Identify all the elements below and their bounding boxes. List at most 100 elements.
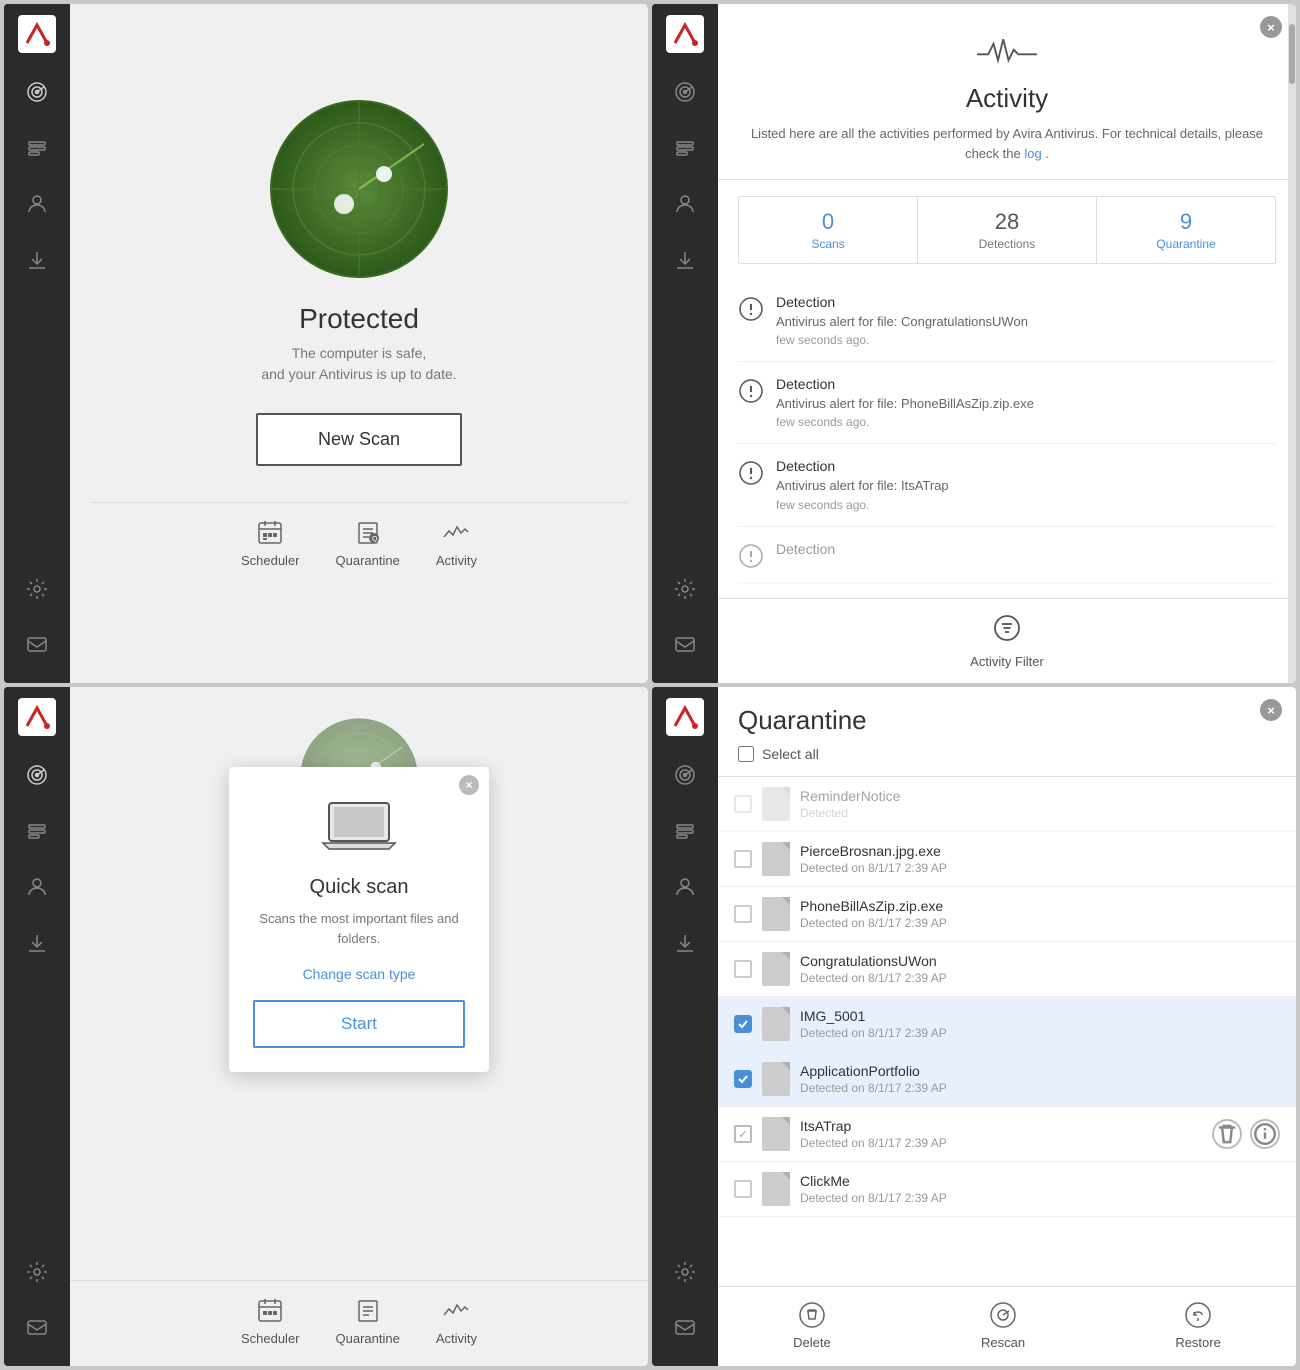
nav-scheduler-3-label: Scheduler	[241, 1331, 300, 1346]
activity-filter-footer[interactable]: Activity Filter	[718, 598, 1296, 683]
quarantine-main: × Quarantine Select all ReminderNotice D…	[718, 687, 1296, 1366]
sidebar-icon-download-3[interactable]	[15, 921, 59, 965]
sidebar-icon-settings-2[interactable]	[663, 567, 707, 611]
activity-item-1-desc: Antivirus alert for file: PhoneBillAsZip…	[776, 395, 1276, 413]
q-checkbox-appport[interactable]	[734, 1070, 752, 1088]
activity-item-2-time: few seconds ago.	[776, 498, 1276, 512]
activity-log-link[interactable]: log	[1024, 146, 1041, 161]
qbar-restore-label: Restore	[1175, 1335, 1221, 1350]
nav-quarantine-3-label: Quarantine	[336, 1331, 400, 1346]
q-date-congrats: Detected on 8/1/17 2:39 AP	[800, 971, 1280, 985]
sidebar-logo-3	[4, 687, 70, 747]
q-delete-itstrap[interactable]	[1212, 1119, 1242, 1149]
stat-detections[interactable]: 28 Detections	[918, 197, 1097, 263]
protected-content: Protected The computer is safe, and your…	[70, 4, 648, 683]
nav-scheduler[interactable]: Scheduler	[241, 519, 300, 568]
q-date-reminder: Detected	[800, 806, 1280, 820]
activity-item-3: Detection	[738, 527, 1276, 584]
q-item-pierce: PierceBrosnan.jpg.exe Detected on 8/1/17…	[718, 832, 1296, 887]
activity-item-1-title: Detection	[776, 376, 1276, 392]
q-file-icon-appport	[762, 1062, 790, 1096]
q-checkbox-clickme[interactable]	[734, 1180, 752, 1198]
sidebar-icon-profile[interactable]	[15, 126, 59, 170]
quarantine-close-btn[interactable]: ×	[1260, 699, 1282, 721]
change-scan-type-link[interactable]: Change scan type	[253, 966, 465, 982]
q-checkbox-pierce[interactable]	[734, 850, 752, 868]
q-actions-itstrap	[1212, 1119, 1280, 1149]
sidebar-icon-download-2[interactable]	[663, 238, 707, 282]
q-name-itstrap: ItsATrap	[800, 1118, 1202, 1134]
quick-scan-close-btn[interactable]: ×	[459, 775, 479, 795]
activity-scrollbar[interactable]	[1288, 4, 1296, 683]
sidebar-icon-radar-2[interactable]	[663, 70, 707, 114]
sidebar-icon-profile-2[interactable]	[663, 126, 707, 170]
nav-activity[interactable]: Activity	[436, 519, 477, 568]
quick-scan-title: Quick scan	[253, 876, 465, 899]
stat-quarantine[interactable]: 9 Quarantine	[1097, 197, 1275, 263]
sidebar-icon-settings[interactable]	[15, 567, 59, 611]
sidebar-icon-message-2[interactable]	[663, 623, 707, 667]
protected-subtitle: The computer is safe, and your Antivirus…	[261, 343, 456, 385]
activity-header: Activity Listed here are all the activit…	[718, 4, 1296, 180]
sidebar-3	[4, 687, 70, 1366]
sidebar-icon-radar-3[interactable]	[15, 753, 59, 797]
qbar-rescan[interactable]: Rescan	[981, 1301, 1025, 1350]
activity-item-0-title: Detection	[776, 294, 1276, 310]
sidebar-icon-settings-4[interactable]	[663, 1250, 707, 1294]
qbar-delete-label: Delete	[793, 1335, 831, 1350]
q-name-congrats: CongratulationsUWon	[800, 953, 1280, 969]
sidebar-icon-message-4[interactable]	[663, 1306, 707, 1350]
q-item-reminder: ReminderNotice Detected	[718, 777, 1296, 832]
qbar-restore[interactable]: Restore	[1175, 1301, 1221, 1350]
q-item-phonebill: PhoneBillAsZip.zip.exe Detected on 8/1/1…	[718, 887, 1296, 942]
nav-quarantine-3[interactable]: Quarantine	[336, 1297, 400, 1346]
quarantine-title: Quarantine	[738, 705, 1276, 736]
q-item-itstrap: ✓ ItsATrap Detected on 8/1/17 2:39 AP	[718, 1107, 1296, 1162]
stat-scans[interactable]: 0 Scans	[739, 197, 918, 263]
sidebar-icon-radar[interactable]	[15, 70, 59, 114]
activity-filter-label: Activity Filter	[970, 654, 1044, 669]
q-date-pierce: Detected on 8/1/17 2:39 AP	[800, 861, 1280, 875]
nav-scheduler-3[interactable]: Scheduler	[241, 1297, 300, 1346]
q-info-itstrap[interactable]	[1250, 1119, 1280, 1149]
activity-close-btn[interactable]: ×	[1260, 16, 1282, 38]
sidebar-bottom-3	[15, 1244, 59, 1366]
sidebar-icon-user-4[interactable]	[663, 865, 707, 909]
q-checkbox-reminder[interactable]	[734, 795, 752, 813]
q-checkbox-itstrap[interactable]: ✓	[734, 1125, 752, 1143]
nav-scheduler-label: Scheduler	[241, 553, 300, 568]
select-all-checkbox[interactable]	[738, 746, 754, 762]
sidebar-icon-user-3[interactable]	[15, 865, 59, 909]
quick-scan-desc: Scans the most important files and folde…	[253, 909, 465, 948]
q-file-icon-pierce	[762, 842, 790, 876]
qbar-delete[interactable]: Delete	[793, 1301, 831, 1350]
nav-activity-3[interactable]: Activity	[436, 1297, 477, 1346]
nav-activity-label: Activity	[436, 553, 477, 568]
sidebar-icon-download[interactable]	[15, 238, 59, 282]
quarantine-header: × Quarantine Select all	[718, 687, 1296, 777]
new-scan-button[interactable]: New Scan	[256, 413, 462, 466]
activity-stats: 0 Scans 28 Detections 9 Quarantine	[738, 196, 1276, 264]
q-checkbox-congrats[interactable]	[734, 960, 752, 978]
sidebar-icon-settings-3[interactable]	[15, 1250, 59, 1294]
sidebar-icon-user[interactable]	[15, 182, 59, 226]
sidebar-bottom-4	[663, 1244, 707, 1366]
activity-item-2-desc: Antivirus alert for file: ItsATrap	[776, 477, 1276, 495]
sidebar-icon-message[interactable]	[15, 623, 59, 667]
q-checkbox-phonebill[interactable]	[734, 905, 752, 923]
filter-icon	[992, 613, 1022, 648]
sidebar-icon-radar-4[interactable]	[663, 753, 707, 797]
nav-quarantine[interactable]: Q Quarantine	[336, 519, 400, 568]
sidebar-icon-download-4[interactable]	[663, 921, 707, 965]
activity-list: Detection Antivirus alert for file: Cong…	[718, 280, 1296, 598]
sidebar-icon-profile-4[interactable]	[663, 809, 707, 853]
q-name-pierce: PierceBrosnan.jpg.exe	[800, 843, 1280, 859]
sidebar-icon-message-3[interactable]	[15, 1306, 59, 1350]
start-scan-button[interactable]: Start	[253, 1000, 465, 1048]
q-date-appport: Detected on 8/1/17 2:39 AP	[800, 1081, 1280, 1095]
sidebar-icon-user-2[interactable]	[663, 182, 707, 226]
q-checkbox-img5001[interactable]	[734, 1015, 752, 1033]
sidebar-logo-4	[652, 687, 718, 747]
activity-item-2-title: Detection	[776, 458, 1276, 474]
sidebar-icon-profile-3[interactable]	[15, 809, 59, 853]
